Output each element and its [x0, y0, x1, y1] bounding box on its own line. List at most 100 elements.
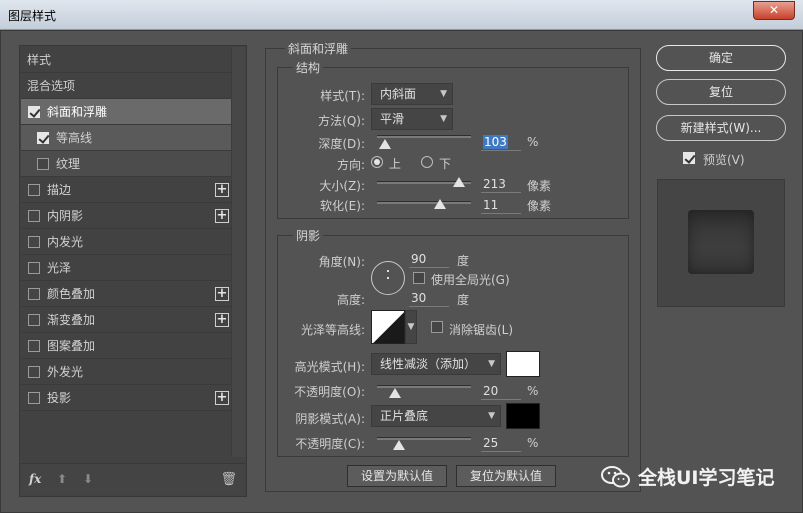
make-default-button[interactable]: 设置为默认值	[347, 465, 447, 487]
technique-label: 方法(Q):	[318, 114, 365, 128]
technique-select[interactable]: 平滑 ▼	[371, 108, 453, 130]
style-select[interactable]: 内斜面 ▼	[371, 83, 453, 105]
styles-list-scrollbar[interactable]	[231, 47, 245, 457]
structure-title: 结构	[293, 59, 324, 76]
style-item-outer-glow[interactable]: 外发光	[21, 359, 231, 385]
move-down-icon[interactable]: ⬇	[83, 472, 93, 486]
add-stroke-icon[interactable]: +	[215, 183, 229, 197]
pattern-overlay-checkbox[interactable]	[28, 340, 40, 352]
reset-default-button[interactable]: 复位为默认值	[456, 465, 556, 487]
preview-thumbnail	[688, 210, 754, 274]
close-button[interactable]: ✕	[753, 1, 795, 20]
chevron-down-icon: ▼	[488, 411, 495, 421]
highlight-mode-label: 高光模式(H):	[294, 360, 365, 374]
inner-shadow-checkbox[interactable]	[28, 210, 40, 222]
styles-list-panel: 样式 混合选项 斜面和浮雕 等高线 纹理 描边 + 内阴影 + 内发光 光泽 颜…	[19, 45, 247, 497]
style-item-bevel-emboss[interactable]: 斜面和浮雕	[21, 99, 231, 125]
soften-input[interactable]: 11	[481, 196, 521, 214]
stroke-checkbox[interactable]	[28, 184, 40, 196]
styles-header[interactable]: 样式	[21, 47, 231, 73]
style-item-label: 图案叠加	[47, 339, 96, 353]
reset-button[interactable]: 复位	[656, 79, 786, 105]
depth-input[interactable]: 103	[481, 133, 521, 151]
styles-list: 样式 混合选项 斜面和浮雕 等高线 纹理 描边 + 内阴影 + 内发光 光泽 颜…	[21, 47, 231, 411]
highlight-mode-value: 线性减淡（添加）	[380, 357, 477, 371]
direction-down-label: 下	[439, 157, 452, 171]
style-item-label: 内阴影	[47, 209, 84, 223]
style-item-label: 内发光	[47, 235, 84, 249]
bevel-emboss-checkbox[interactable]	[28, 106, 40, 118]
style-select-value: 内斜面	[380, 87, 417, 101]
layer-style-dialog: 样式 混合选项 斜面和浮雕 等高线 纹理 描边 + 内阴影 + 内发光 光泽 颜…	[0, 30, 803, 513]
depth-label: 深度(D):	[318, 137, 365, 151]
anti-alias-label: 消除锯齿(L)	[449, 323, 514, 337]
style-item-pattern-overlay[interactable]: 图案叠加	[21, 333, 231, 359]
new-style-button[interactable]: 新建样式(W)...	[656, 115, 786, 141]
shadow-opacity-thumb[interactable]	[393, 440, 405, 450]
gloss-contour-thumbnail[interactable]	[371, 310, 405, 344]
watermark-text: 全栈UI学习笔记	[638, 467, 775, 489]
style-item-drop-shadow[interactable]: 投影 +	[21, 385, 231, 411]
shadow-opacity-input[interactable]: 25	[481, 434, 521, 452]
contour-checkbox[interactable]	[37, 132, 49, 144]
global-light-checkbox[interactable]	[413, 272, 425, 284]
direction-up-radio[interactable]	[371, 156, 383, 168]
highlight-opacity-unit: %	[527, 384, 539, 398]
preview-checkbox[interactable]	[683, 152, 695, 164]
add-gradient-overlay-icon[interactable]: +	[215, 313, 229, 327]
style-item-label: 外发光	[47, 365, 84, 379]
add-color-overlay-icon[interactable]: +	[215, 287, 229, 301]
style-item-inner-glow[interactable]: 内发光	[21, 229, 231, 255]
style-item-contour[interactable]: 等高线	[21, 125, 231, 151]
soften-slider[interactable]	[377, 201, 471, 204]
chevron-down-icon: ▼	[440, 114, 447, 124]
highlight-opacity-input[interactable]: 20	[481, 382, 521, 400]
style-item-gradient-overlay[interactable]: 渐变叠加 +	[21, 307, 231, 333]
direction-down-radio[interactable]	[421, 156, 433, 168]
style-item-stroke[interactable]: 描边 +	[21, 177, 231, 203]
wechat-icon	[601, 466, 630, 488]
shadow-opacity-slider[interactable]	[377, 437, 471, 440]
shadow-mode-label: 阴影模式(A):	[295, 412, 365, 426]
trash-icon[interactable]: 🗑	[220, 472, 237, 487]
drop-shadow-checkbox[interactable]	[28, 392, 40, 404]
chevron-down-icon: ▼	[440, 89, 447, 99]
outer-glow-checkbox[interactable]	[28, 366, 40, 378]
fx-icon[interactable]: fx	[29, 472, 41, 486]
angle-dial[interactable]	[371, 261, 405, 295]
gloss-contour-dropdown[interactable]: ▼	[405, 310, 417, 344]
add-drop-shadow-icon[interactable]: +	[215, 391, 229, 405]
add-inner-shadow-icon[interactable]: +	[215, 209, 229, 223]
soften-slider-thumb[interactable]	[434, 199, 446, 209]
window-title: 图层样式	[8, 9, 57, 23]
angle-input[interactable]: 90	[409, 250, 449, 268]
inner-glow-checkbox[interactable]	[28, 236, 40, 248]
gradient-overlay-checkbox[interactable]	[28, 314, 40, 326]
shadow-mode-value: 正片叠底	[380, 409, 429, 423]
shadow-color-swatch[interactable]	[506, 403, 540, 429]
style-item-inner-shadow[interactable]: 内阴影 +	[21, 203, 231, 229]
satin-checkbox[interactable]	[28, 262, 40, 274]
ok-button[interactable]: 确定	[656, 45, 786, 71]
size-input[interactable]: 213	[481, 175, 521, 193]
highlight-opacity-thumb[interactable]	[389, 388, 401, 398]
color-overlay-checkbox[interactable]	[28, 288, 40, 300]
move-up-icon[interactable]: ⬆	[57, 472, 67, 486]
altitude-input[interactable]: 30	[409, 289, 449, 307]
shading-title: 阴影	[293, 227, 324, 244]
style-item-texture[interactable]: 纹理	[21, 151, 231, 177]
depth-slider-thumb[interactable]	[379, 139, 391, 149]
style-item-satin[interactable]: 光泽	[21, 255, 231, 281]
size-slider-thumb[interactable]	[453, 177, 465, 187]
texture-checkbox[interactable]	[37, 158, 49, 170]
blend-options-item[interactable]: 混合选项	[21, 73, 231, 99]
soften-unit: 像素	[527, 199, 552, 213]
style-item-color-overlay[interactable]: 颜色叠加 +	[21, 281, 231, 307]
depth-slider[interactable]	[377, 135, 471, 138]
style-item-label: 光泽	[47, 261, 72, 275]
anti-alias-checkbox[interactable]	[431, 321, 443, 333]
shadow-mode-select[interactable]: 正片叠底 ▼	[371, 405, 501, 427]
highlight-color-swatch[interactable]	[506, 351, 540, 377]
highlight-mode-select[interactable]: 线性减淡（添加） ▼	[371, 353, 501, 375]
chevron-down-icon: ▼	[488, 359, 495, 369]
